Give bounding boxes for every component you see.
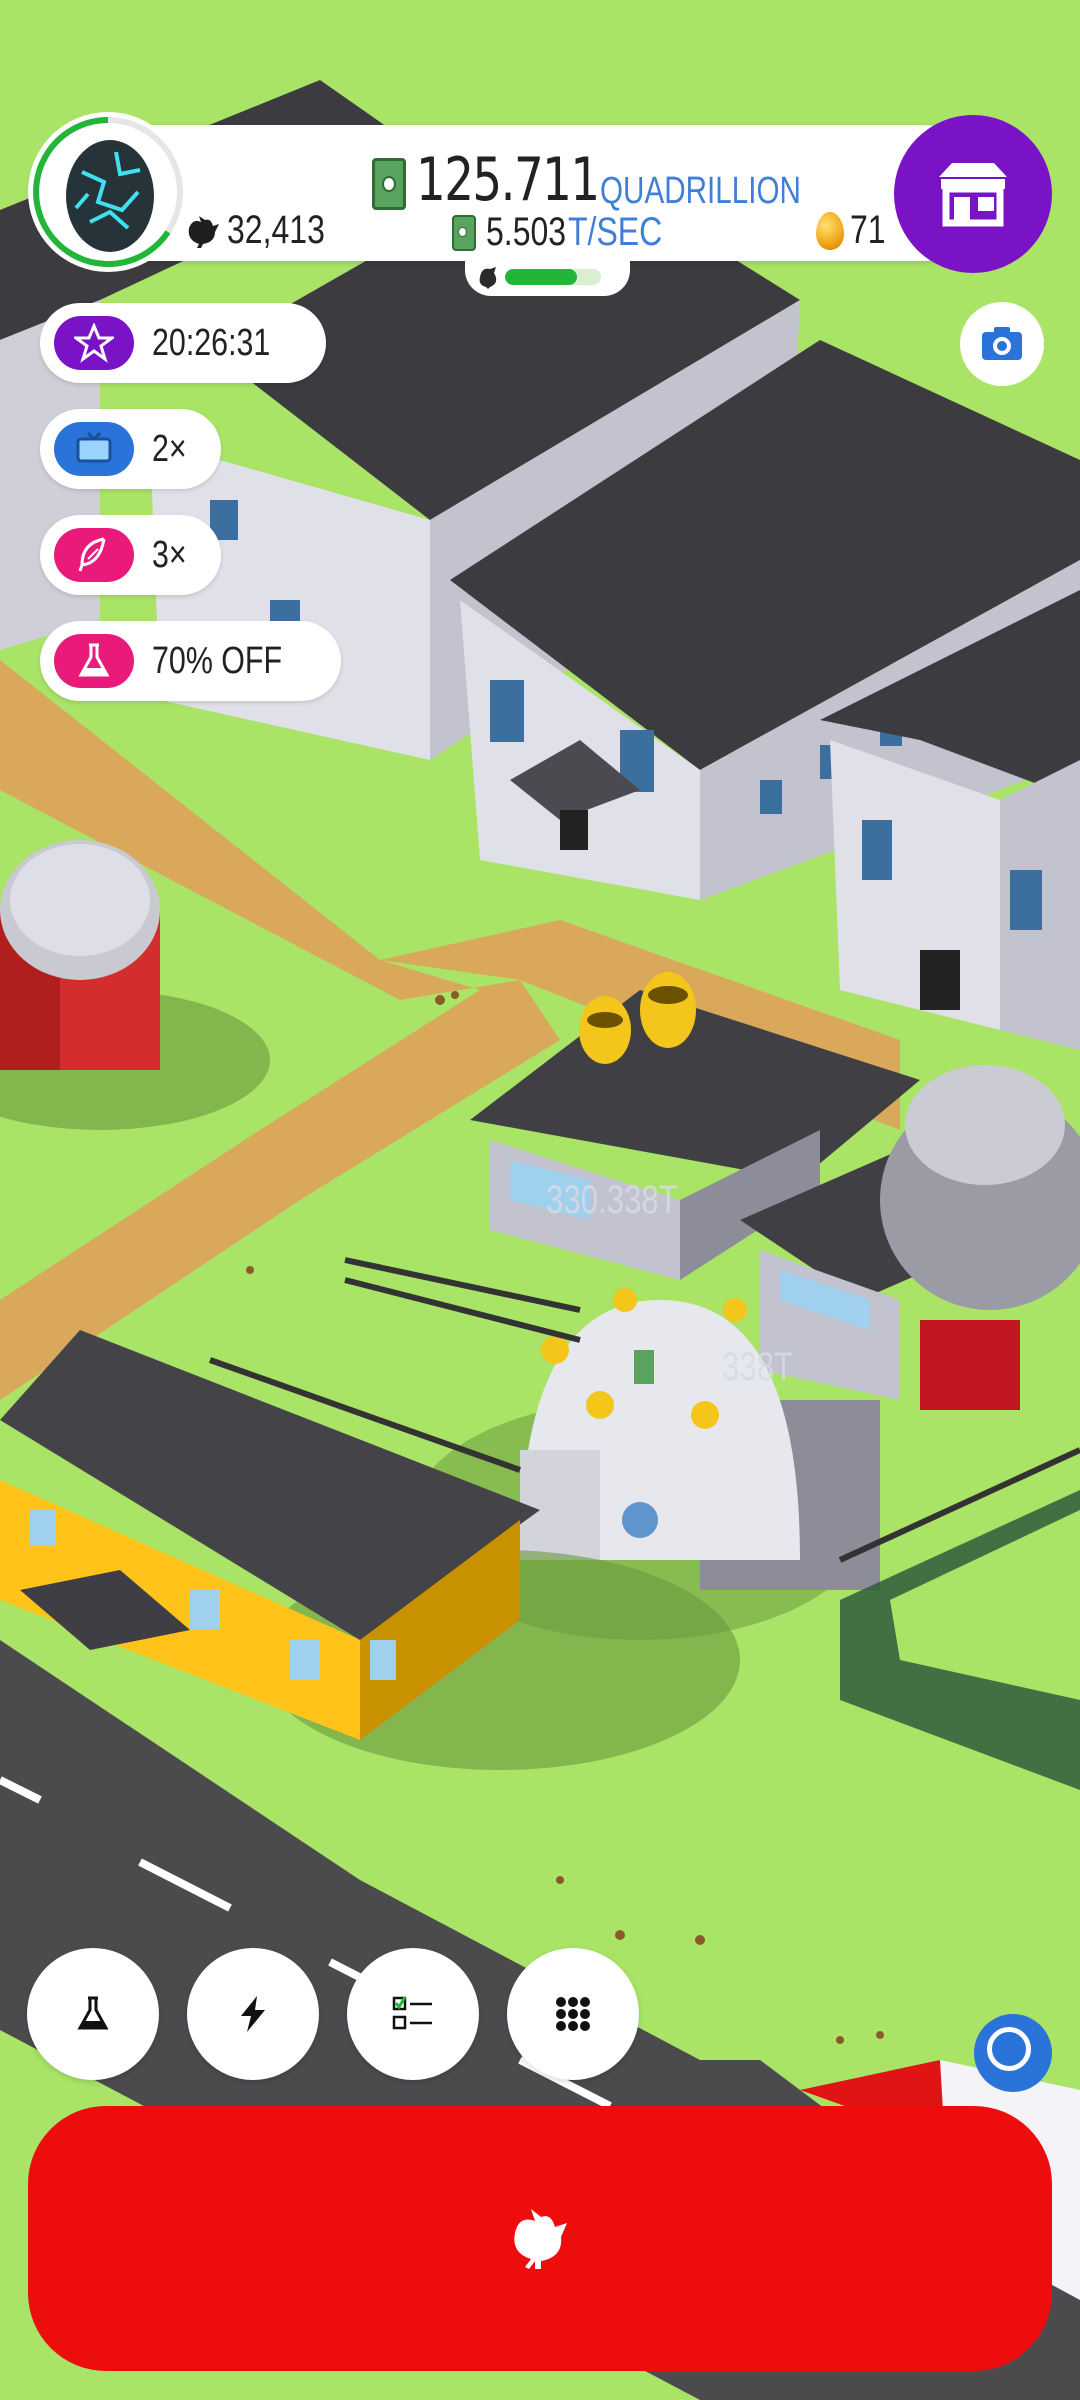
cosmic-egg-icon [33,117,183,267]
lightning-icon [241,1996,265,2032]
star-icon [74,323,114,363]
chicken-icon [188,215,219,248]
boosts-button[interactable] [187,1948,319,2080]
boost-timer[interactable]: 20:26:31 [40,303,326,383]
video-doubler-label: 2× [152,427,187,470]
total-money: 125.711 QUADRILLION [372,140,858,210]
chicken-icon [514,2208,567,2269]
farm-progress-bar [505,269,601,285]
feather-boost-badge [54,528,134,582]
shipping-income-label: 330.338T [546,1178,678,1222]
research-sale-badge [54,634,134,688]
video-icon [76,431,112,463]
golden-egg-count: 71 [816,208,895,253]
cash-icon [372,158,406,210]
missions-button[interactable] [347,1948,479,2080]
flask-icon [78,643,110,677]
hatch-chicken-button[interactable] [28,2106,1052,2371]
cash-icon [452,214,476,251]
boost-timer-badge [54,316,134,370]
camera-button[interactable] [960,302,1044,386]
income-rate-unit: T/SEC [568,210,663,254]
chick-icon [479,267,497,289]
shop-icon [939,163,1007,227]
video-doubler-boost[interactable]: 2× [40,409,222,489]
golden-egg-icon [816,211,844,250]
golden-egg-value: 71 [850,208,886,252]
checklist-icon [392,1996,432,2030]
feather-icon [78,537,106,572]
research-sale-boost[interactable]: 70% OFF [40,621,341,701]
chicken-count-value: 32,413 [227,208,325,252]
feather-boost[interactable]: 3× [40,515,222,595]
income-rate-value: 5.503 [486,210,567,254]
research-sale-label: 70% OFF [152,639,283,682]
flask-icon [77,1996,109,2030]
hatchery-income-label: 338T [722,1345,794,1389]
camera-icon [982,327,1022,360]
menu-button[interactable] [507,1948,639,2080]
farm-progress-fill [505,269,577,285]
research-button[interactable] [27,1948,159,2080]
boost-timer-label: 20:26:31 [152,321,271,364]
grid-icon [556,1997,590,2031]
video-doubler-badge [54,422,134,476]
current-egg-button[interactable] [28,112,188,272]
money-value: 125.711 [416,145,600,215]
income-rate: 5.503 T/SEC [452,210,686,255]
feather-boost-label: 3× [152,533,187,576]
chicken-count: 32,413 [185,208,349,253]
record-button[interactable] [974,2014,1052,2092]
shop-button[interactable] [894,115,1052,273]
money-unit: QUADRILLION [600,170,802,212]
